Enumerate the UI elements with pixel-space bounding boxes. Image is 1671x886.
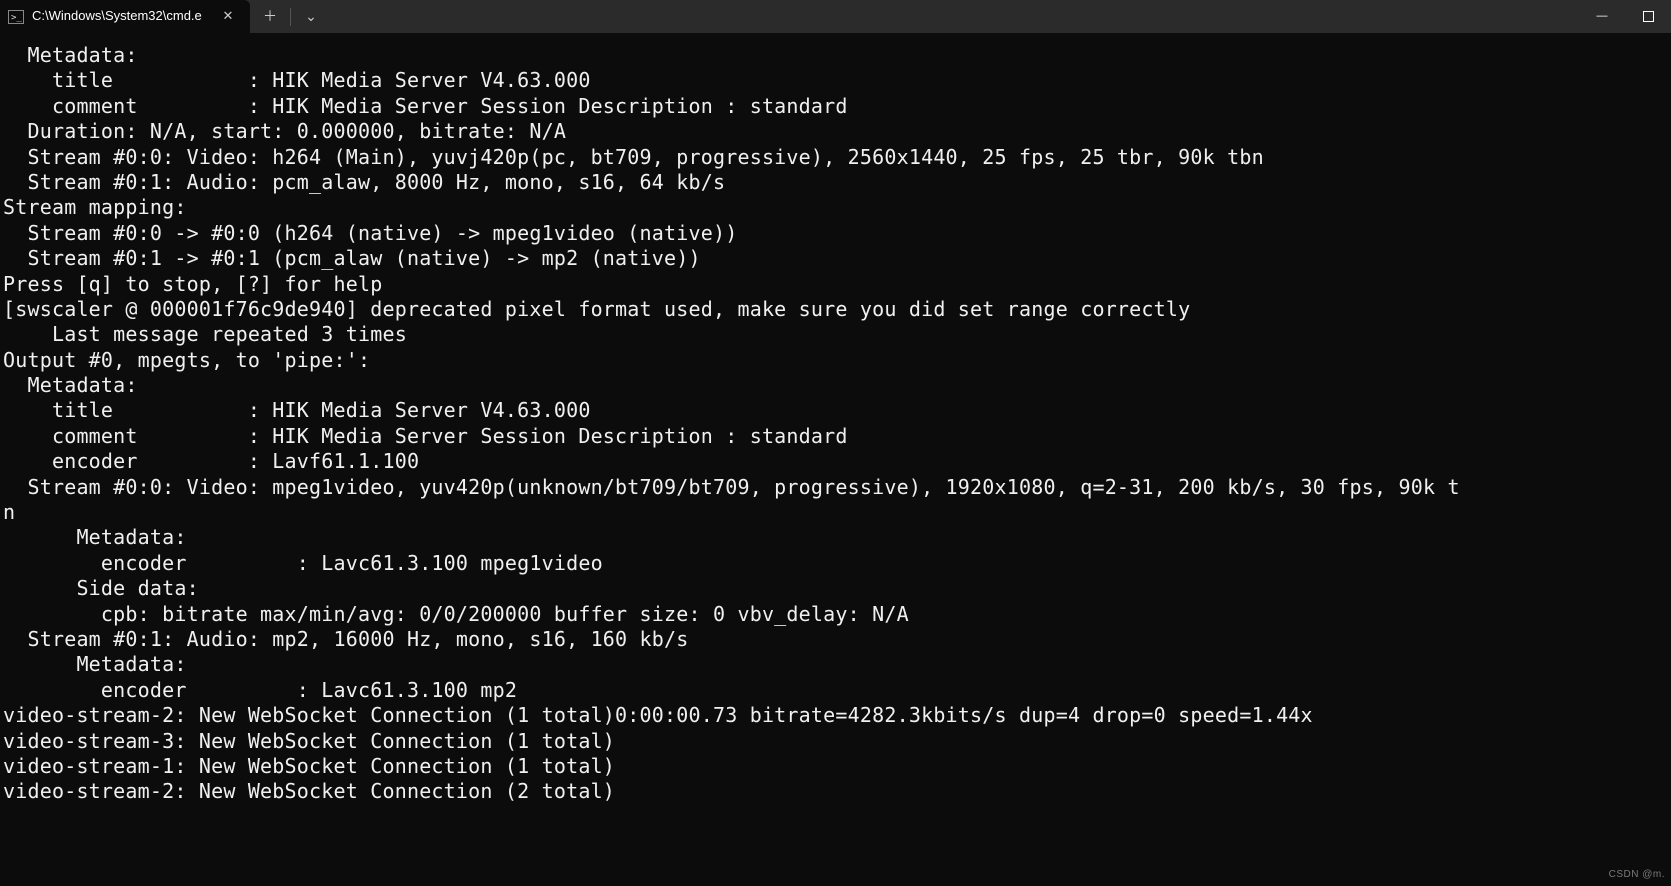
tab-dropdown-button[interactable]: ⌄ [297, 3, 325, 31]
new-tab-button[interactable]: ＋ [256, 3, 284, 31]
maximize-button[interactable] [1625, 1, 1671, 33]
tabstrip-controls: ＋ ⌄ [250, 0, 325, 33]
tab-active[interactable]: >_ C:\Windows\System32\cmd.e ✕ [0, 0, 250, 33]
window-controls: — ✕ [1579, 0, 1671, 33]
titlebar: >_ C:\Windows\System32\cmd.e ✕ ＋ ⌄ — ✕ [0, 0, 1671, 33]
watermark: CSDN @m. [1609, 869, 1665, 882]
svg-text:>_: >_ [11, 13, 22, 23]
cmd-icon: >_ [8, 9, 24, 25]
close-tab-button[interactable]: ✕ [216, 5, 240, 29]
divider [290, 8, 291, 26]
tab-title: C:\Windows\System32\cmd.e [32, 8, 208, 25]
terminal-output[interactable]: Metadata: title : HIK Media Server V4.63… [0, 33, 1671, 805]
minimize-button[interactable]: — [1579, 1, 1625, 33]
